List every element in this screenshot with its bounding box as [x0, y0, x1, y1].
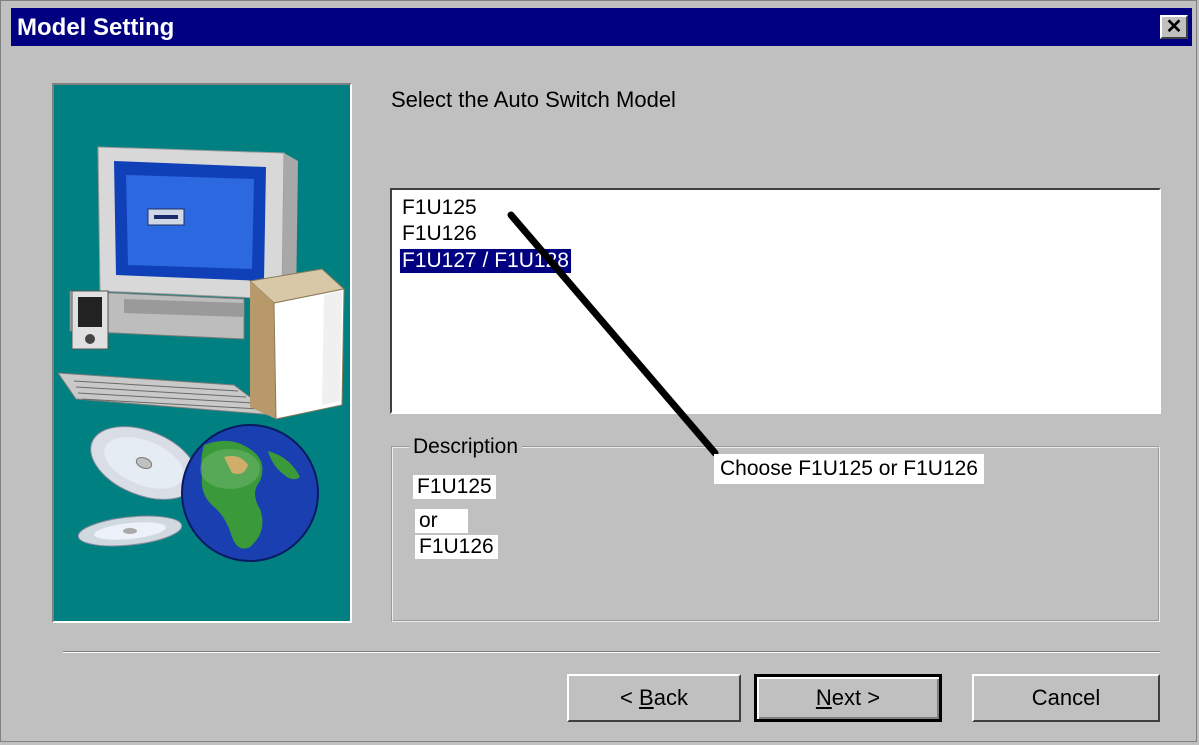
description-label: Description — [409, 435, 523, 459]
button-divider — [63, 651, 1160, 653]
description-line-2: or — [415, 509, 468, 533]
back-button-mnemonic: B — [639, 685, 654, 710]
next-button-mnemonic: N — [815, 685, 832, 710]
wizard-illustration-panel — [52, 83, 352, 623]
back-button-rest: ack — [653, 685, 688, 710]
next-button[interactable]: Next > — [754, 674, 942, 722]
speaker-icon — [71, 290, 109, 350]
model-option-f1u126[interactable]: F1U126 — [400, 222, 479, 246]
close-button[interactable]: ✕ — [1160, 15, 1188, 39]
window-title: Model Setting — [17, 14, 175, 41]
back-button-prefix: < — [620, 685, 640, 710]
model-option-f1u127-f1u128[interactable]: F1U127 / F1U128 — [399, 248, 572, 274]
model-option-f1u125[interactable]: F1U125 — [400, 196, 479, 220]
software-box-icon — [248, 268, 346, 420]
title-bar[interactable]: Model Setting ✕ — [11, 8, 1192, 46]
computer-illustration — [56, 146, 346, 562]
model-setting-dialog: Model Setting ✕ Select the Auto Switch M… — [0, 0, 1197, 742]
close-icon: ✕ — [1165, 16, 1183, 38]
model-listbox[interactable]: F1U125 F1U126 F1U127 / F1U128 — [390, 188, 1161, 414]
next-button-rest: ext > — [831, 685, 881, 710]
back-button[interactable]: < Back — [567, 674, 741, 722]
globe-icon — [181, 424, 319, 562]
select-model-prompt: Select the Auto Switch Model — [391, 87, 676, 112]
keyboard-icon — [56, 372, 276, 416]
description-line-1: F1U125 — [413, 475, 496, 499]
description-line-3: F1U126 — [415, 535, 498, 559]
annotation-callout: Choose F1U125 or F1U126 — [714, 454, 984, 484]
cancel-button[interactable]: Cancel — [972, 674, 1160, 722]
